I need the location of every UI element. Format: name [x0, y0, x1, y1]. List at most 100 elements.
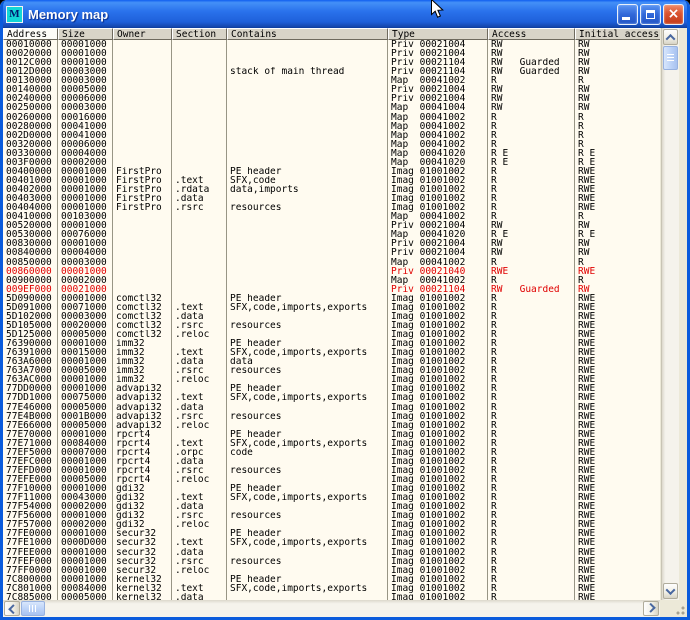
table-row[interactable]: 0040200000001000FirstPro.rdatadata,impor… — [3, 185, 660, 194]
vertical-scroll-thumb[interactable] — [663, 46, 678, 70]
table-row[interactable]: 002D000000041000Map 00041002RR — [3, 131, 660, 140]
table-row[interactable]: 7C80100000084000kernel32.textSFX,code,im… — [3, 584, 660, 593]
table-row[interactable]: 0013000000003000Map 00041002RR — [3, 76, 660, 85]
horizontal-scroll-thumb[interactable] — [21, 601, 45, 616]
table-row[interactable]: 0090000000002000Map 00041002RR — [3, 276, 660, 285]
cell-type: Imag 01001002 — [388, 493, 488, 502]
table-row[interactable]: 0053000000076000Map 00041020R ER E — [3, 230, 660, 239]
table-row[interactable]: 77FE10000000D000secur32.textSFX,code,imp… — [3, 538, 660, 547]
table-row[interactable]: 77DD000000001000advapi32PE headerImag 01… — [3, 384, 660, 393]
table-row[interactable]: 77E6600000005000advapi32.relocImag 01001… — [3, 421, 660, 430]
cell-type: Map 00041020 — [388, 230, 488, 239]
table-row[interactable]: 77EF500000007000rpcrt4.orpccodeImag 0100… — [3, 448, 660, 457]
table-row[interactable]: 0040400000001000FirstPro.rsrcresourcesIm… — [3, 203, 660, 212]
table-row[interactable]: 0040300000001000FirstPro.dataImag 010010… — [3, 194, 660, 203]
table-row[interactable]: 77F5600000001000gdi32.rsrcresourcesImag … — [3, 511, 660, 520]
table-row[interactable]: 763AC00000001000imm32.relocImag 01001002… — [3, 375, 660, 384]
cell-address: 00140000 — [3, 85, 58, 94]
scroll-right-button[interactable] — [643, 601, 659, 616]
table-row[interactable]: 77DD100000075000advapi32.textSFX,code,im… — [3, 393, 660, 402]
table-row[interactable]: 7639100000015000imm32.textSFX,code,impor… — [3, 348, 660, 357]
table-row[interactable]: 0040100000001000FirstPro.textSFX,codeIma… — [3, 176, 660, 185]
table-row[interactable]: 5D09100000071000comctl32.textSFX,code,im… — [3, 303, 660, 312]
cell-section: .data — [172, 457, 227, 466]
table-row[interactable]: 0032000000006000Map 00041002RR — [3, 140, 660, 149]
table-row[interactable]: 77E4600000005000advapi32.dataImag 010010… — [3, 403, 660, 412]
cell-size: 00020000 — [58, 321, 113, 330]
table-row[interactable]: 0086000000001000Priv 00021040RWERWE — [3, 267, 660, 276]
cell-contains — [227, 475, 388, 484]
vertical-scrollbar[interactable] — [661, 28, 679, 600]
table-row[interactable]: 763A600000001000imm32.datadataImag 01001… — [3, 357, 660, 366]
table-row[interactable]: 77F1000000001000gdi32PE headerImag 01001… — [3, 484, 660, 493]
cell-type: Map 00041002 — [388, 131, 488, 140]
table-row[interactable]: 77EFE00000005000rpcrt4.relocImag 0100100… — [3, 475, 660, 484]
table-row[interactable]: 0028000000041000Map 00041002RR — [3, 122, 660, 131]
table-row[interactable]: 0024000000006000Priv 00021004RWRW — [3, 94, 660, 103]
table-row[interactable]: 77FF000000001000secur32.relocImag 010010… — [3, 566, 660, 575]
table-row[interactable]: 77E7100000084000rpcrt4.textSFX,code,impo… — [3, 439, 660, 448]
table-row[interactable]: 0012D00000003000stack of main threadPriv… — [3, 67, 660, 76]
table-row[interactable]: 5D10500000020000comctl32.rsrcresourcesIm… — [3, 321, 660, 330]
table-row[interactable]: 7639000000001000imm32PE headerImag 01001… — [3, 339, 660, 348]
table-row[interactable]: 0041000000103000Map 00041002RR — [3, 212, 660, 221]
resize-grip-icon[interactable] — [673, 603, 686, 616]
cell-initial-access: RWE — [575, 520, 660, 529]
cell-initial-access: RWE — [575, 466, 660, 475]
table-row[interactable]: 763A700000005000imm32.rsrcresourcesImag … — [3, 366, 660, 375]
column-header-address[interactable]: Address — [3, 28, 58, 40]
table-row[interactable]: 0001000000001000Priv 00021004RWRW — [3, 40, 660, 49]
title-bar[interactable]: M Memory map × — [0, 0, 690, 28]
scroll-left-button[interactable] — [4, 601, 20, 616]
close-button[interactable]: × — [663, 4, 684, 25]
minimize-button[interactable] — [617, 4, 638, 25]
table-row[interactable]: 77F5400000002000gdi32.dataImag 01001002R… — [3, 502, 660, 511]
table-row[interactable]: 0085000000003000Map 00041002RR — [3, 258, 660, 267]
scrollbar-corner — [660, 600, 687, 617]
table-row[interactable]: 0040000000001000FirstProPE headerImag 01… — [3, 167, 660, 176]
table-row[interactable]: 77EFC00000001000rpcrt4.dataImag 01001002… — [3, 457, 660, 466]
cell-access: R — [488, 276, 575, 285]
cell-section: .rsrc — [172, 321, 227, 330]
table-row[interactable]: 0025000000003000Map 00041004RWRW — [3, 103, 660, 112]
table-row[interactable]: 009EF00000021000Priv 00021104RW GuardedR… — [3, 285, 660, 294]
table-row[interactable]: 5D09000000001000comctl32PE headerImag 01… — [3, 294, 660, 303]
table-row[interactable]: 0026000000016000Map 00041002RR — [3, 113, 660, 122]
table-row[interactable]: 0014000000005000Priv 00021004RWRW — [3, 85, 660, 94]
cell-type: Imag 01001002 — [388, 593, 488, 600]
table-row[interactable]: 77FE000000001000secur32PE headerImag 010… — [3, 529, 660, 538]
cell-owner: kernel32 — [113, 593, 172, 600]
table-row[interactable]: 77FEF00000001000secur32.rsrcresourcesIma… — [3, 557, 660, 566]
cell-section — [172, 258, 227, 267]
table-row[interactable]: 77E4B0000001B000advapi32.rsrcresourcesIm… — [3, 412, 660, 421]
column-header-type[interactable]: Type — [388, 28, 488, 40]
table-row[interactable]: 003F000000002000Map 00041020R ER E — [3, 158, 660, 167]
cell-address: 00330000 — [3, 149, 58, 158]
table-row[interactable]: 77EFD00000001000rpcrt4.rsrcresourcesImag… — [3, 466, 660, 475]
column-header-size[interactable]: Size — [58, 28, 113, 40]
table-row[interactable]: 5D10200000003000comctl32.dataImag 010010… — [3, 312, 660, 321]
table-row[interactable]: 77F1100000043000gdi32.textSFX,code,impor… — [3, 493, 660, 502]
table-row[interactable]: 0083000000001000Priv 00021004RWRW — [3, 239, 660, 248]
table-row[interactable]: 7C80000000001000kernel32PE headerImag 01… — [3, 575, 660, 584]
column-header-access[interactable]: Access — [488, 28, 575, 40]
table-row[interactable]: 7C88500000005000kernel32.dataImag 010010… — [3, 593, 660, 600]
scroll-up-button[interactable] — [663, 29, 678, 45]
table-row[interactable]: 5D12500000005000comctl32.relocImag 01001… — [3, 330, 660, 339]
scroll-down-button[interactable] — [663, 583, 678, 599]
table-row[interactable]: 0012C00000001000Priv 00021104RW GuardedR… — [3, 58, 660, 67]
table-row[interactable]: 0002000000001000Priv 00021004RWRW — [3, 49, 660, 58]
column-header-initial-access[interactable]: Initial access — [575, 28, 660, 40]
column-header-owner[interactable]: Owner — [113, 28, 172, 40]
column-header-contains[interactable]: Contains — [227, 28, 388, 40]
table-row[interactable]: 77E7000000001000rpcrt4PE headerImag 0100… — [3, 430, 660, 439]
maximize-button[interactable] — [640, 4, 661, 25]
table-row[interactable]: 0052000000001000Priv 00021004RWRW — [3, 221, 660, 230]
horizontal-scrollbar[interactable] — [3, 600, 660, 617]
table-row[interactable]: 77FEE00000001000secur32.dataImag 0100100… — [3, 548, 660, 557]
table-row[interactable]: 0033000000004000Map 00041020R ER E — [3, 149, 660, 158]
table-row[interactable]: 77F5700000002000gdi32.relocImag 01001002… — [3, 520, 660, 529]
cell-contains — [227, 520, 388, 529]
column-header-section[interactable]: Section — [172, 28, 227, 40]
table-row[interactable]: 0084000000004000Priv 00021004RWRW — [3, 248, 660, 257]
